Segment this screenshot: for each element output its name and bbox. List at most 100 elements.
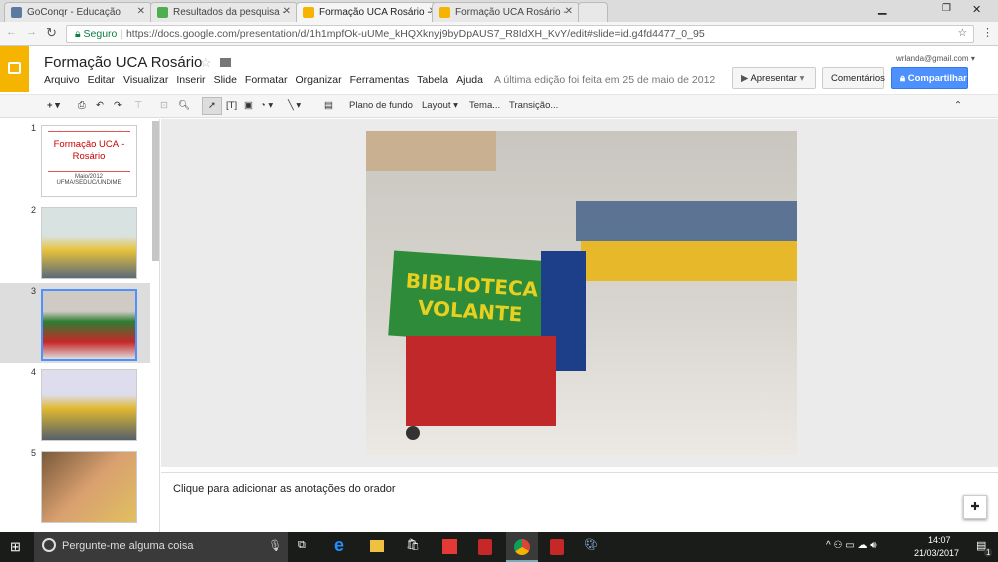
toolbar: + ▾ ⎙ ↶ ↷ ⊤ ⊡ 🔍︎ ➚ [T] ▣ ◔ ▾ ╲ ▾ ▤ Plano…: [0, 94, 998, 118]
tray-icons[interactable]: ^ ⚇ ▭ ☁ 🔊︎: [826, 540, 877, 551]
menu-bar: Arquivo Editar Visualizar Inserir Slide Forma…: [44, 74, 723, 86]
close-tab-icon[interactable]: ✕: [565, 6, 573, 17]
secure-label: Seguro: [83, 28, 118, 40]
back-icon[interactable]: ←: [6, 26, 17, 38]
slide-number: 5: [31, 448, 37, 458]
fit-icon[interactable]: ⊡: [160, 100, 168, 111]
forward-icon[interactable]: →: [26, 26, 37, 38]
menu-ajuda[interactable]: Ajuda: [456, 74, 483, 86]
select-icon[interactable]: ➚: [202, 97, 222, 115]
present-button[interactable]: ▶ Apresentar ▾: [732, 67, 816, 89]
windows-taskbar: ⊞ Pergunte-me alguma coisa 🎙︎ ⧉ e 🛍︎ 🎨︎ …: [0, 532, 998, 562]
collapse-icon[interactable]: ⌃: [954, 100, 962, 111]
layout-label: Layout: [422, 100, 451, 111]
new-tab-button[interactable]: [578, 2, 608, 22]
close-tab-icon[interactable]: ✕: [283, 6, 291, 17]
chrome-taskbar-button[interactable]: [506, 532, 538, 562]
browser-tab[interactable]: Resultados da pesquisa - ✕: [150, 2, 298, 22]
cortana-search-box[interactable]: Pergunte-me alguma coisa 🎙︎: [34, 532, 288, 562]
mcafee-icon[interactable]: [478, 539, 492, 555]
folder-icon[interactable]: [220, 58, 231, 67]
tab-label: Resultados da pesquisa -: [173, 7, 286, 18]
notes-placeholder: Clique para adicionar as anotações do or…: [173, 483, 396, 495]
menu-organizar[interactable]: Organizar: [296, 74, 342, 86]
present-label: Apresentar: [750, 73, 797, 84]
red-skirt: [406, 336, 556, 426]
line-icon[interactable]: ╲ ▾: [288, 100, 301, 111]
redo-icon[interactable]: ↷: [114, 100, 122, 111]
microphone-icon: 🎙︎: [268, 540, 282, 552]
layout-button[interactable]: Layout ▾: [422, 100, 458, 111]
zoom-icon[interactable]: 🔍︎: [178, 100, 190, 111]
document-title[interactable]: Formação UCA Rosário: [44, 54, 202, 71]
menu-ferramentas[interactable]: Ferramentas: [350, 74, 410, 86]
close-window-icon[interactable]: ✕: [972, 3, 981, 16]
shape-icon[interactable]: ◔ ▾: [260, 100, 273, 111]
chrome-menu-icon[interactable]: ⋮: [982, 26, 993, 39]
task-view-icon[interactable]: ⧉: [298, 539, 306, 552]
file-explorer-icon[interactable]: [370, 540, 384, 552]
slides-icon: [439, 7, 450, 18]
clock-date[interactable]: 21/03/2017: [914, 548, 959, 558]
browser-tab[interactable]: GoConqr - Educação ✕: [4, 2, 152, 22]
star-icon[interactable]: ☆: [200, 55, 212, 71]
url-input[interactable]: 🔒︎ Seguro | https://docs.google.com/pres…: [66, 25, 974, 43]
play-icon: ▶: [741, 73, 749, 84]
print-icon[interactable]: ⎙: [78, 100, 86, 111]
start-icon[interactable]: ⊞: [10, 539, 21, 555]
share-button[interactable]: 🔒︎ Compartilhar: [891, 67, 968, 89]
transition-button[interactable]: Transição...: [509, 100, 558, 111]
slide-number: 2: [31, 205, 37, 215]
filmstrip-scrollbar[interactable]: [152, 121, 159, 261]
comment-icon[interactable]: ▤: [324, 100, 333, 111]
reload-icon[interactable]: ↻: [46, 25, 57, 41]
comments-label: Comentários: [831, 73, 885, 84]
theme-button[interactable]: Tema...: [469, 100, 500, 111]
url-text: https://docs.google.com/presentation/d/1…: [125, 28, 705, 40]
browser-tab[interactable]: Formação UCA Rosário - ✕: [432, 2, 580, 22]
menu-visualizar[interactable]: Visualizar: [123, 74, 168, 86]
menu-tabela[interactable]: Tabela: [417, 74, 448, 86]
cart-wheel: [406, 426, 420, 440]
clock-time[interactable]: 14:07: [928, 535, 951, 545]
last-edit-link[interactable]: A última edição foi feita em 25 de maio …: [494, 74, 715, 86]
undo-icon[interactable]: ↶: [96, 100, 104, 111]
account-email[interactable]: wrlanda@gmail.com ▾: [896, 54, 975, 63]
browser-tab-active[interactable]: Formação UCA Rosário -✕: [296, 2, 444, 22]
lock-icon: 🔒︎: [75, 28, 81, 40]
slide-number: 4: [31, 367, 37, 377]
explore-icon[interactable]: ✚: [963, 495, 987, 519]
mcafee-icon[interactable]: [550, 539, 564, 555]
slide-image[interactable]: BIBLIOTECA VOLANTE: [366, 131, 797, 455]
paint-icon[interactable]: 🎨︎: [584, 538, 598, 551]
slide-thumbnail-4[interactable]: [41, 369, 137, 441]
slide-number: 3: [31, 286, 37, 296]
slide-thumbnail-1[interactable]: Formação UCA - Rosário Maio/2012 UFMA/SE…: [41, 125, 137, 197]
slides-logo-icon[interactable]: [0, 46, 29, 92]
comments-button[interactable]: Comentários: [822, 67, 885, 89]
slide-subtitle: UFMA/SEDUC/UNDIME: [56, 180, 122, 186]
menu-slide[interactable]: Slide: [214, 74, 237, 86]
menu-formatar[interactable]: Formatar: [245, 74, 288, 86]
menu-editar[interactable]: Editar: [88, 74, 115, 86]
store-icon[interactable]: 🛍︎: [406, 538, 420, 551]
image-icon[interactable]: ▣: [244, 100, 253, 111]
close-tab-icon[interactable]: ✕: [137, 6, 145, 17]
new-slide-icon[interactable]: + ▾: [47, 100, 60, 111]
menu-inserir[interactable]: Inserir: [176, 74, 205, 86]
minimize-icon[interactable]: ▁: [878, 2, 886, 15]
yellow-desks: [581, 241, 797, 281]
text-box-icon[interactable]: [T]: [226, 100, 237, 111]
bookmark-star-icon[interactable]: ☆: [958, 27, 967, 39]
menu-arquivo[interactable]: Arquivo: [44, 74, 80, 86]
slide-thumbnail-5[interactable]: [41, 451, 137, 523]
maximize-icon[interactable]: ❐: [942, 3, 951, 14]
speaker-notes[interactable]: Clique para adicionar as anotações do or…: [161, 472, 998, 532]
paint-format-icon[interactable]: ⊤: [134, 100, 142, 111]
background-button[interactable]: Plano de fundo: [349, 100, 413, 111]
slide-thumbnail-3[interactable]: [41, 289, 137, 361]
slide-thumbnail-2[interactable]: [41, 207, 137, 279]
slide-canvas: BIBLIOTECA VOLANTE: [161, 119, 998, 467]
app-icon[interactable]: [442, 539, 457, 554]
edge-icon[interactable]: e: [334, 535, 344, 556]
